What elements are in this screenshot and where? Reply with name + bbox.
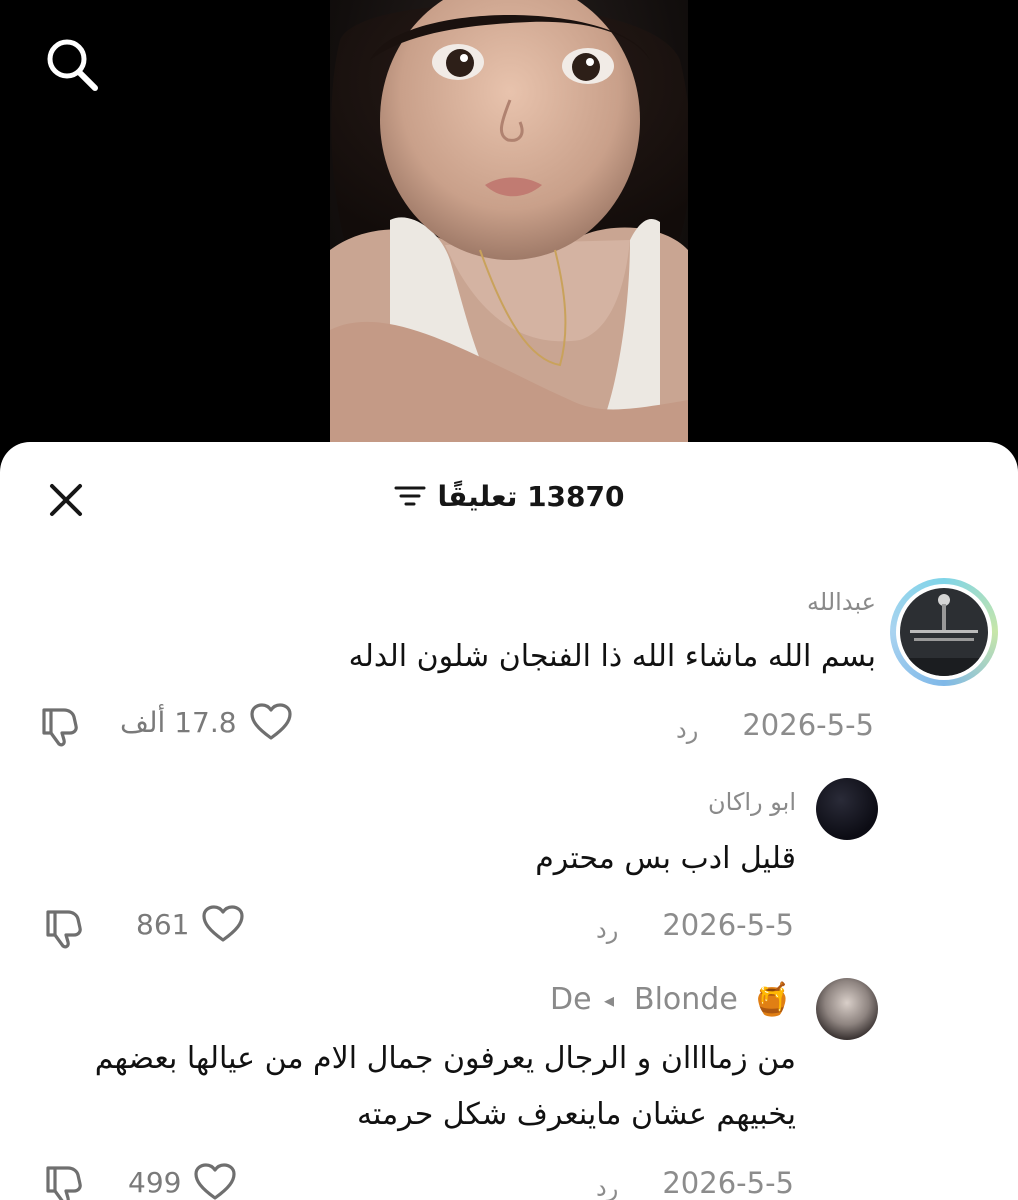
reply-button[interactable]: رد xyxy=(596,916,618,944)
sort-icon[interactable] xyxy=(393,481,427,511)
comment-date: 2026-5-5 xyxy=(662,908,794,942)
comment-text: بسم الله ماشاء الله ذا الفنجان شلون الدل… xyxy=(348,639,876,674)
sheet-header: 13870 تعليقًا xyxy=(0,476,1018,516)
like-group: 861 xyxy=(136,904,245,944)
search-button[interactable] xyxy=(40,32,104,96)
child-photo-illustration xyxy=(330,0,688,442)
comment-username-left[interactable]: De xyxy=(550,982,592,1017)
reply-button[interactable]: رد xyxy=(596,1174,618,1200)
comment-username-right[interactable]: Blonde xyxy=(634,982,738,1017)
heart-icon[interactable] xyxy=(193,1162,237,1200)
heart-icon[interactable] xyxy=(249,702,293,742)
avatar[interactable] xyxy=(816,778,878,840)
comments-sheet: 13870 تعليقًا عبدالله بسم الله ماشاء الل… xyxy=(0,442,1018,1200)
like-group: 17.8 ألف xyxy=(120,702,293,742)
like-count: 17.8 ألف xyxy=(120,705,237,739)
avatar[interactable] xyxy=(890,578,998,686)
heart-icon[interactable] xyxy=(201,904,245,944)
reply-button[interactable]: رد xyxy=(676,716,698,744)
search-icon xyxy=(47,39,98,91)
comment-date: 2026-5-5 xyxy=(742,708,874,742)
video-thumbnail[interactable] xyxy=(330,0,688,442)
comment-username[interactable]: عبدالله xyxy=(807,588,876,616)
comment-text: قليل ادب بس محترم xyxy=(535,841,796,876)
comment-username[interactable]: ابو راكان xyxy=(708,788,796,816)
dislike-icon[interactable] xyxy=(42,906,86,950)
comment-count: 13870 تعليقًا xyxy=(437,479,625,513)
badge-emoji: 🍯 xyxy=(752,980,792,1018)
username-separator: ◂ xyxy=(604,988,615,1012)
comment-date: 2026-5-5 xyxy=(662,1166,794,1200)
like-group: 499 xyxy=(128,1162,237,1200)
like-count: 499 xyxy=(128,1165,182,1199)
video-area[interactable] xyxy=(0,0,1018,470)
comment-text-line1: من زماااان و الرجال يعرفون جمال الام من … xyxy=(94,1041,796,1076)
dislike-icon[interactable] xyxy=(42,1162,86,1200)
avatar[interactable] xyxy=(816,978,878,1040)
like-count: 861 xyxy=(136,907,190,941)
comment-text-line2: يخبيهم عشان ماينعرف شكل حرمته xyxy=(356,1097,796,1132)
dislike-icon[interactable] xyxy=(38,704,82,748)
